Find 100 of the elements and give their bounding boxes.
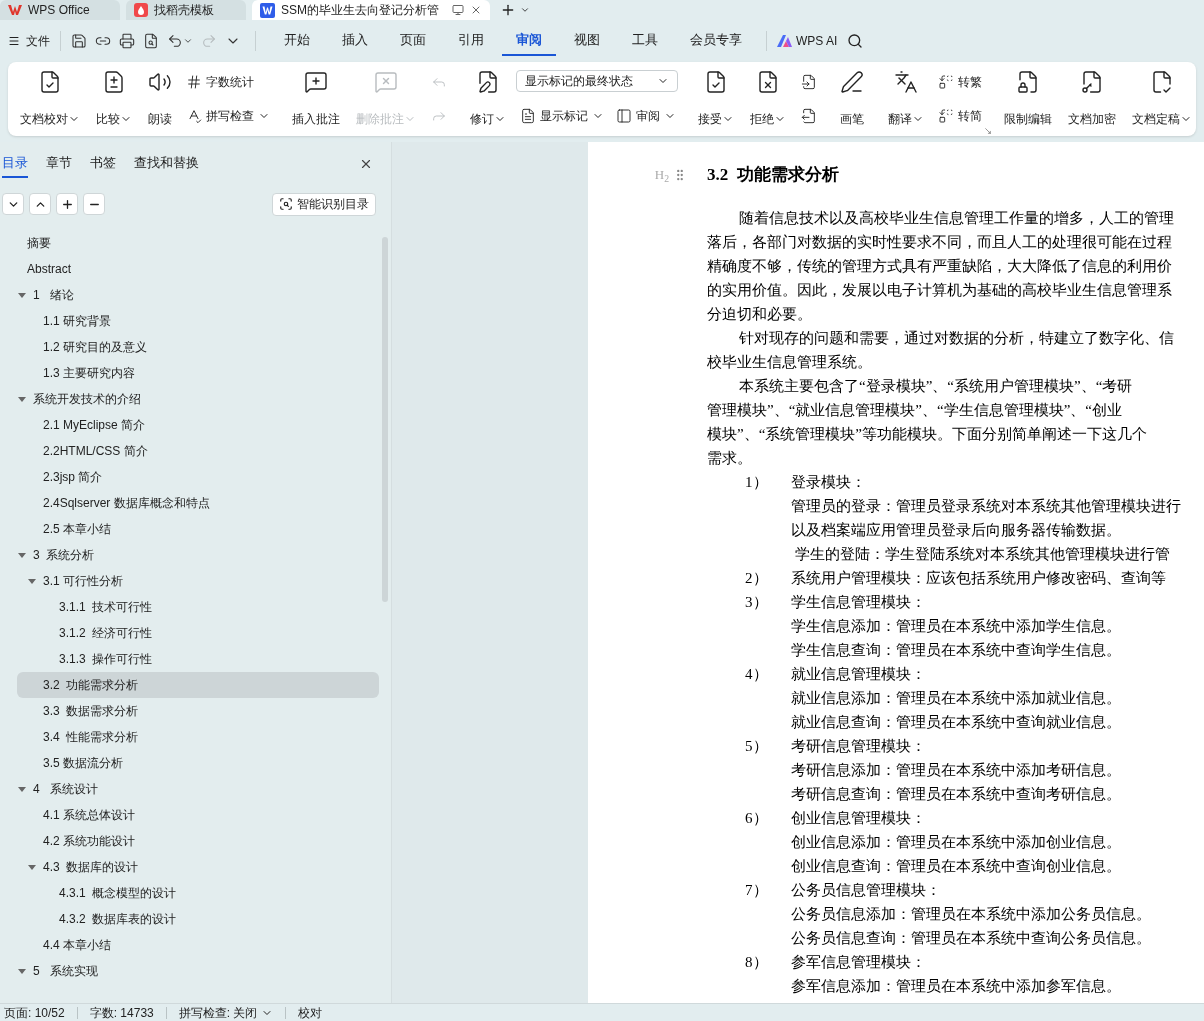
ribbon-button[interactable]: 转简 xyxy=(934,104,986,128)
toc-item[interactable]: 2.2HTML/CSS 简介 xyxy=(17,438,379,464)
toc-item[interactable]: 1.3 主要研究内容 xyxy=(17,360,379,386)
toc-item[interactable]: 4.1 系统总体设计 xyxy=(17,802,379,828)
expanded-arrow-icon[interactable] xyxy=(17,394,27,404)
toc-item[interactable]: 1.2 研究目的及意义 xyxy=(17,334,379,360)
toc-item[interactable]: Abstract xyxy=(17,256,379,282)
panel-tab[interactable]: 查找和替换 xyxy=(134,150,199,178)
ai-button[interactable]: WPS AI xyxy=(777,32,838,50)
comment-plus-icon xyxy=(304,70,328,94)
toc-item[interactable]: 2.3jsp 简介 xyxy=(17,464,379,490)
quick-access-button[interactable] xyxy=(119,33,135,49)
expanded-arrow-icon[interactable] xyxy=(17,550,27,560)
toc-item[interactable]: 摘要 xyxy=(17,230,379,256)
ribbon-button[interactable]: 审阅 xyxy=(612,104,680,128)
list-text: 创业信息查询：管理员在本系统中查询创业信息。 xyxy=(790,857,1122,876)
ribbon-button[interactable]: 修订 xyxy=(464,70,512,128)
ribbon-button[interactable]: 拒绝 xyxy=(744,70,792,128)
expanded-arrow-icon[interactable] xyxy=(17,290,27,300)
list-text: 考研信息查询：管理员在本系统中查询考研信息。 xyxy=(790,785,1122,804)
ribbon-tab[interactable]: 审阅 xyxy=(502,26,556,56)
status-item[interactable]: 校对 xyxy=(298,1003,323,1021)
search-icon[interactable] xyxy=(847,33,864,49)
status-item[interactable]: 拼写检查: 关闭 xyxy=(178,1003,274,1021)
toc-item[interactable]: 5 系统实现 xyxy=(17,958,379,984)
expanded-arrow-icon[interactable] xyxy=(27,576,37,586)
expanded-arrow-icon[interactable] xyxy=(27,862,37,872)
document-compare-icon xyxy=(102,70,126,94)
ribbon-button[interactable]: 显示标记 xyxy=(516,104,608,128)
ribbon-button[interactable]: 接受 xyxy=(692,70,740,128)
toc-item[interactable]: 2.4Sqlserver 数据库概念和特点 xyxy=(17,490,379,516)
document-check-icon xyxy=(704,70,728,94)
ribbon-button[interactable]: 限制编辑 xyxy=(998,70,1058,128)
chevron-down-icon[interactable] xyxy=(520,5,530,15)
close-icon[interactable] xyxy=(359,157,373,171)
toc-item[interactable]: 3.2 功能需求分析 xyxy=(17,672,379,698)
toc-item[interactable]: 4.2 系统功能设计 xyxy=(17,828,379,854)
ribbon-tab[interactable]: 开始 xyxy=(270,26,324,56)
toc-item[interactable]: 4.3 数据库的设计 xyxy=(17,854,379,880)
ribbon-button[interactable]: 朗读 xyxy=(142,70,178,128)
caret-icon xyxy=(183,36,193,46)
ribbon-button[interactable]: 文档校对 xyxy=(14,70,86,128)
status-item[interactable]: 页面: 10/52 xyxy=(4,1003,65,1021)
list-text: 以及档案端应用管理员登录后向服务器传输数据。 xyxy=(790,521,1122,540)
toc-item[interactable]: 4 系统设计 xyxy=(17,776,379,802)
list-text: 参军信息添加：管理员在本系统中添加参军信息。 xyxy=(790,977,1122,996)
launcher-icon[interactable] xyxy=(984,127,992,135)
ribbon-tab[interactable]: 插入 xyxy=(328,26,382,56)
body-text: 管理模块”、“就业信息管理模块”、“学生信息管理模块”、“创业 xyxy=(707,401,1123,420)
toc-item[interactable]: 3.4 性能需求分析 xyxy=(17,724,379,750)
app-tab[interactable]: SSM的毕业生去向登记分析管 xyxy=(252,0,490,20)
ribbon-button[interactable]: 拼写检查 xyxy=(182,104,274,128)
toc-item[interactable]: 4.3.1 概念模型的设计 xyxy=(17,880,379,906)
toc-item[interactable]: 1.1 研究背景 xyxy=(17,308,379,334)
panel-tab[interactable]: 章节 xyxy=(46,150,72,178)
ribbon-button[interactable]: 字数统计 xyxy=(182,70,274,94)
ribbon-button[interactable]: 插入批注 xyxy=(286,70,346,128)
app-tab[interactable]: WPS Office xyxy=(0,0,120,20)
close-icon[interactable] xyxy=(470,4,482,16)
quick-access-button[interactable] xyxy=(167,33,193,49)
toc-item[interactable]: 系统开发技术的介绍 xyxy=(17,386,379,412)
app-tab[interactable]: 找稻壳模板 xyxy=(126,0,246,20)
toc-item[interactable]: 3.3 数据需求分析 xyxy=(17,698,379,724)
ribbon-button[interactable]: 比较 xyxy=(90,70,138,128)
toc-item[interactable]: 3.1.2 经济可行性 xyxy=(17,620,379,646)
toc-item[interactable]: 4.3.2 数据库表的设计 xyxy=(17,906,379,932)
toc-item[interactable]: 3.1 可行性分析 xyxy=(17,568,379,594)
body-text: 精确度不够，传统的管理方式具有严重缺陷，大大降低了信息的利用价 xyxy=(707,257,1173,276)
toc-item[interactable]: 2.1 MyEclipse 简介 xyxy=(17,412,379,438)
ribbon-button[interactable]: 文档定稿 xyxy=(1126,70,1198,128)
expanded-arrow-icon[interactable] xyxy=(17,966,27,976)
quick-access-button[interactable] xyxy=(71,33,87,49)
status-item[interactable]: 字数: 14733 xyxy=(89,1003,154,1021)
new-tab-icon[interactable] xyxy=(500,2,516,18)
toc-item[interactable]: 3 系统分析 xyxy=(17,542,379,568)
ribbon-tab[interactable]: 引用 xyxy=(444,26,498,56)
ribbon-tab[interactable]: 视图 xyxy=(560,26,614,56)
toc-item[interactable]: 3.1.3 操作可行性 xyxy=(17,646,379,672)
toc-item[interactable]: 3.1.1 技术可行性 xyxy=(17,594,379,620)
list-text: 学生信息添加：管理员在本系统中添加学生信息。 xyxy=(790,617,1122,636)
markup-select[interactable]: 显示标记的最终状态 xyxy=(516,70,678,92)
ribbon-tab[interactable]: 工具 xyxy=(618,26,672,56)
ribbon-button[interactable]: 画笔 xyxy=(834,70,870,128)
ribbon-tab[interactable]: 会员专享 xyxy=(676,26,756,56)
toc-item[interactable]: 4.4 本章小结 xyxy=(17,932,379,958)
panel-tab[interactable]: 目录 xyxy=(2,150,28,178)
scrollbar[interactable] xyxy=(382,237,388,602)
ribbon-button[interactable]: 转繁 xyxy=(934,70,986,94)
ribbon-tab[interactable]: 页面 xyxy=(386,26,440,56)
toc-item[interactable]: 2.5 本章小结 xyxy=(17,516,379,542)
ribbon-button[interactable]: 文档加密 xyxy=(1062,70,1122,128)
expanded-arrow-icon[interactable] xyxy=(17,784,27,794)
smart-toc-button[interactable]: 智能识别目录 xyxy=(272,192,376,216)
quick-access-button[interactable] xyxy=(143,33,159,49)
toc-item[interactable]: 3.5 数据流分析 xyxy=(17,750,379,776)
file-menu[interactable]: 文件 xyxy=(8,32,50,50)
toc-item[interactable]: 1 绪论 xyxy=(17,282,379,308)
outline-button[interactable] xyxy=(56,193,78,215)
panel-tab[interactable]: 书签 xyxy=(90,150,116,178)
ribbon-button[interactable]: 翻译 xyxy=(882,70,930,128)
